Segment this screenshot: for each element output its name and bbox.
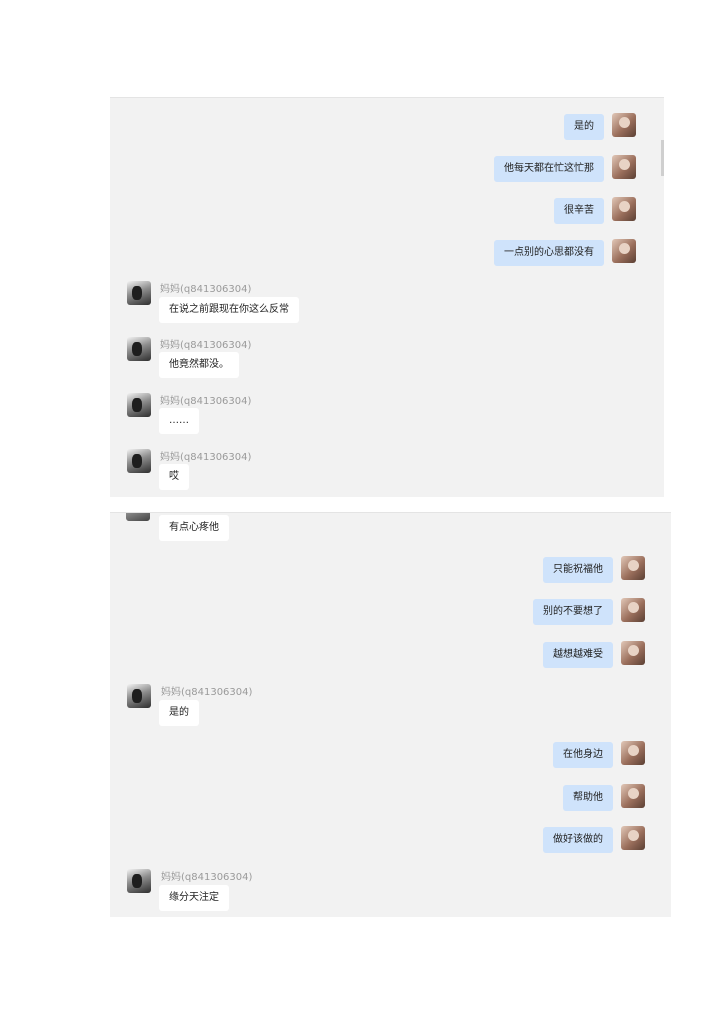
outgoing-message[interactable]: 很辛苦 (554, 198, 604, 224)
self-avatar-icon (621, 826, 645, 850)
contact-avatar-icon (126, 513, 150, 521)
incoming-message[interactable]: 在说之前跟现在你这么反常 (159, 297, 299, 323)
outgoing-message[interactable]: 他每天都在忙这忙那 (494, 156, 604, 182)
self-avatar-icon (621, 741, 645, 765)
sender-name: 妈妈(q841306304) (160, 340, 252, 351)
sender-name: 妈妈(q841306304) (161, 872, 253, 883)
self-avatar-icon (612, 155, 636, 179)
outgoing-message[interactable]: 别的不要想了 (533, 599, 613, 625)
scrollbar-thumb[interactable] (661, 140, 664, 176)
incoming-message[interactable]: 哎 (159, 464, 189, 490)
chat-panel-2[interactable]: 有点心疼他 只能祝福他 别的不要想了 越想越难受 妈妈(q841306304) … (110, 512, 671, 917)
self-avatar-icon (621, 641, 645, 665)
outgoing-message[interactable]: 做好该做的 (543, 827, 613, 853)
contact-avatar-icon (127, 393, 151, 417)
outgoing-message[interactable]: 帮助他 (563, 785, 613, 811)
contact-avatar-icon (127, 869, 151, 893)
chat-panel-1[interactable]: 是的 他每天都在忙这忙那 很辛苦 一点别的心思都没有 妈妈(q841306304… (110, 97, 664, 497)
self-avatar-icon (621, 784, 645, 808)
outgoing-message[interactable]: 在他身边 (553, 742, 613, 768)
contact-avatar-icon (127, 449, 151, 473)
incoming-message[interactable]: 他竟然都没。 (159, 352, 239, 378)
incoming-message[interactable]: 是的 (159, 700, 199, 726)
incoming-message[interactable]: …… (159, 408, 199, 434)
sender-name: 妈妈(q841306304) (160, 452, 252, 463)
self-avatar-icon (612, 113, 636, 137)
incoming-message[interactable]: 有点心疼他 (159, 515, 229, 541)
outgoing-message[interactable]: 只能祝福他 (543, 557, 613, 583)
contact-avatar-icon (127, 337, 151, 361)
contact-avatar-icon (127, 281, 151, 305)
incoming-message[interactable]: 缘分天注定 (159, 885, 229, 911)
outgoing-message[interactable]: 是的 (564, 114, 604, 140)
self-avatar-icon (612, 197, 636, 221)
sender-name: 妈妈(q841306304) (160, 284, 252, 295)
sender-name: 妈妈(q841306304) (160, 396, 252, 407)
self-avatar-icon (612, 239, 636, 263)
outgoing-message[interactable]: 一点别的心思都没有 (494, 240, 604, 266)
self-avatar-icon (621, 556, 645, 580)
contact-avatar-icon (127, 684, 151, 708)
outgoing-message[interactable]: 越想越难受 (543, 642, 613, 668)
sender-name: 妈妈(q841306304) (161, 687, 253, 698)
self-avatar-icon (621, 598, 645, 622)
